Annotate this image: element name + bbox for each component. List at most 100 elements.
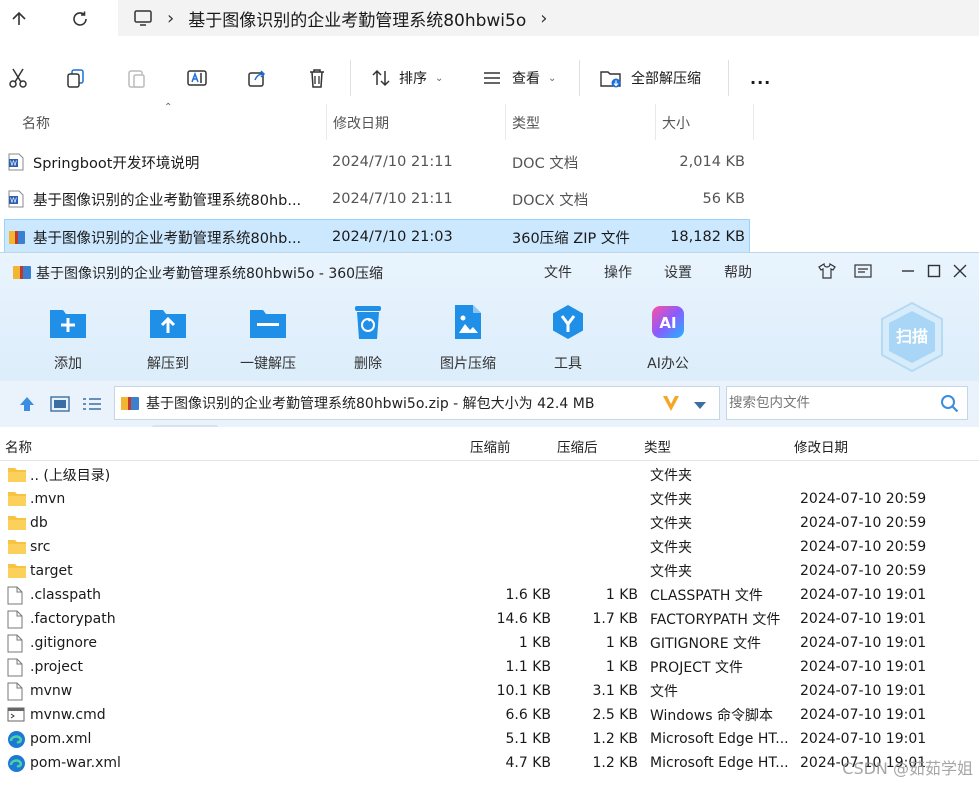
- archive-item-name: .mvn: [30, 491, 66, 507]
- archive-row[interactable]: mvnw.cmd 6.6 KB 2.5 KB Windows 命令脚本 2024-07-…: [0, 703, 979, 727]
- archive-window: 基于图像识别的企业考勤管理系统80hbwi5o - 360压缩 文件 操作 设置…: [0, 252, 979, 787]
- menu-operation[interactable]: 操作: [604, 262, 632, 282]
- scan-button[interactable]: 扫描: [878, 301, 946, 373]
- minimize-icon[interactable]: [898, 261, 918, 281]
- share-icon[interactable]: [245, 66, 269, 90]
- archive-row[interactable]: target 文件夹 2024-07-10 20:59: [0, 559, 979, 583]
- archive-path-field[interactable]: 基于图像识别的企业考勤管理系统80hbwi5o.zip - 解包大小为 42.4…: [114, 386, 720, 420]
- dropdown-arrow-icon[interactable]: [693, 399, 707, 415]
- file-row-selected[interactable]: 基于图像识别的企业考勤管理系统80hb... 2024/7/10 21:03 3…: [4, 219, 750, 253]
- refresh-icon[interactable]: [66, 6, 94, 32]
- image-compress-button[interactable]: 图片压缩: [428, 301, 508, 375]
- column-header-date[interactable]: 修改日期: [333, 108, 389, 138]
- archive-row[interactable]: .mvn 文件夹 2024-07-10 20:59: [0, 487, 979, 511]
- extract-to-icon: [147, 301, 189, 343]
- more-label: ...: [750, 68, 772, 88]
- column-type-label: 类型: [512, 116, 540, 132]
- one-click-extract-button[interactable]: 一键解压: [228, 301, 308, 375]
- view-icon[interactable]: [480, 66, 504, 90]
- extract-to-button[interactable]: 解压到: [128, 301, 208, 375]
- extract-folder-icon[interactable]: [599, 66, 623, 90]
- copy-icon[interactable]: [64, 66, 88, 90]
- menu-help[interactable]: 帮助: [724, 262, 752, 282]
- maximize-icon[interactable]: [924, 261, 944, 281]
- svg-text:W: W: [10, 160, 17, 168]
- ai-office-button[interactable]: AI AI办公: [628, 301, 708, 375]
- chevron-right-icon[interactable]: ›: [540, 8, 547, 29]
- delete-button[interactable]: 删除: [328, 301, 408, 375]
- file-row[interactable]: W Springboot开发环境说明 2024/7/10 21:11 DOC 文…: [4, 145, 750, 179]
- column-header-date[interactable]: 修改日期: [794, 431, 848, 461]
- thumbnail-view-icon[interactable]: [50, 395, 70, 417]
- zip-archive-icon: [120, 394, 140, 412]
- archive-item-date: 2024-07-10 20:59: [800, 539, 927, 555]
- address-field[interactable]: › 基于图像识别的企业考勤管理系统80hbwi5o ›: [118, 0, 979, 36]
- column-header-name[interactable]: 名称: [5, 431, 32, 461]
- archive-search-input[interactable]: [727, 387, 927, 419]
- extract-all-button[interactable]: 全部解压缩: [631, 66, 701, 90]
- archive-file-list: 名称 压缩前 压缩后 类型 修改日期 .. (上级目录) 文件夹 .mvn 文件夹 20…: [0, 427, 979, 787]
- message-icon[interactable]: [853, 261, 873, 281]
- sort-icon[interactable]: [369, 66, 393, 90]
- archive-item-date: 2024-07-10 20:59: [800, 563, 927, 579]
- one-click-extract-label: 一键解压: [240, 356, 296, 372]
- archive-item-size-after: [557, 511, 638, 535]
- image-compress-label: 图片压缩: [440, 356, 496, 372]
- archive-row[interactable]: db 文件夹 2024-07-10 20:59: [0, 511, 979, 535]
- archive-item-name: db: [30, 515, 48, 531]
- search-icon[interactable]: [940, 394, 959, 417]
- archive-row[interactable]: .. (上级目录) 文件夹: [0, 463, 979, 487]
- view-button[interactable]: 查看 ⌄: [512, 66, 556, 90]
- column-header-type[interactable]: 类型: [512, 108, 540, 138]
- archive-row[interactable]: .classpath 1.6 KB 1 KB CLASSPATH 文件 2024-07-…: [0, 583, 979, 607]
- archive-item-date: 2024-07-10 19:01: [800, 683, 927, 699]
- archive-row[interactable]: src 文件夹 2024-07-10 20:59: [0, 535, 979, 559]
- skin-tshirt-icon[interactable]: [817, 261, 837, 281]
- column-header-size[interactable]: 大小: [662, 108, 690, 138]
- archive-search-box[interactable]: [726, 386, 968, 420]
- cut-icon[interactable]: [6, 66, 30, 90]
- menu-file[interactable]: 文件: [544, 262, 572, 282]
- list-view-icon[interactable]: [82, 395, 102, 417]
- archive-item-size-after: [557, 463, 638, 487]
- archive-item-size-after: [557, 487, 638, 511]
- more-options-button[interactable]: ...: [750, 66, 771, 90]
- column-name-label: 名称: [22, 116, 50, 132]
- archive-row[interactable]: .gitignore 1 KB 1 KB GITIGNORE 文件 2024-07-10…: [0, 631, 979, 655]
- column-header-before[interactable]: 压缩前: [470, 431, 511, 461]
- up-arrow-icon[interactable]: [5, 6, 33, 32]
- breadcrumb-folder[interactable]: 基于图像识别的企业考勤管理系统80hbwi5o: [188, 6, 526, 31]
- archive-row[interactable]: pom-war.xml 4.7 KB 1.2 KB Microsoft Edge HT…: [0, 751, 979, 775]
- column-header-type[interactable]: 类型: [644, 431, 671, 461]
- column-header-name[interactable]: 名称: [22, 108, 50, 138]
- zip-archive-icon: [8, 220, 28, 254]
- archive-item-name: pom.xml: [30, 731, 92, 747]
- column-header-after[interactable]: 压缩后: [557, 431, 598, 461]
- sort-button[interactable]: 排序 ⌄: [399, 66, 443, 90]
- ai-office-label: AI办公: [647, 356, 689, 372]
- menu-settings[interactable]: 设置: [664, 262, 692, 282]
- rename-icon[interactable]: [185, 66, 209, 90]
- archive-item-size-after: 1.2 KB: [592, 731, 639, 747]
- view-label: 查看: [512, 71, 540, 87]
- computer-icon: [133, 9, 153, 27]
- close-icon[interactable]: [950, 261, 970, 281]
- up-level-icon[interactable]: [18, 395, 36, 417]
- tools-button[interactable]: 工具: [528, 301, 608, 375]
- add-button[interactable]: 添加: [28, 301, 108, 375]
- archive-row[interactable]: pom.xml 5.1 KB 1.2 KB Microsoft Edge HT... 2…: [0, 727, 979, 751]
- file-row[interactable]: W 基于图像识别的企业考勤管理系统80hb... 2024/7/10 21:11…: [4, 182, 750, 216]
- file-date: 2024/7/10 21:03: [332, 229, 453, 245]
- archive-row[interactable]: mvnw 10.1 KB 3.1 KB 文件 2024-07-10 19:01: [0, 679, 979, 703]
- column-divider: [505, 104, 506, 140]
- archive-item-size-after: 1.2 KB: [592, 755, 639, 771]
- delete-icon[interactable]: [305, 66, 329, 90]
- archive-row[interactable]: .project 1.1 KB 1 KB PROJECT 文件 2024-07-10 1…: [0, 655, 979, 679]
- image-compress-icon: [447, 301, 489, 343]
- paste-icon[interactable]: [125, 66, 149, 90]
- archive-item-type: 文件夹: [650, 540, 692, 556]
- archive-item-size-before: 6.6 KB: [505, 707, 552, 723]
- column-divider: [655, 104, 656, 140]
- archive-row[interactable]: .factorypath 14.6 KB 1.7 KB FACTORYPATH 文件 2…: [0, 607, 979, 631]
- archive-item-size-before: 1.1 KB: [505, 659, 552, 675]
